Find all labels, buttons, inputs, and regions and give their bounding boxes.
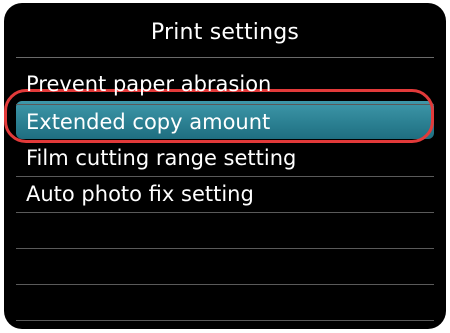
- menu-item-film-cutting-range-setting[interactable]: Film cutting range setting: [4, 141, 446, 177]
- title-bar: Print settings: [4, 3, 446, 57]
- menu-item-label: Extended copy amount: [26, 110, 271, 134]
- menu-item-empty: [4, 249, 446, 285]
- page-title: Print settings: [150, 19, 300, 45]
- menu-item-empty: [4, 213, 446, 249]
- lcd-screen: Print settings Prevent paper abrasion Ex…: [4, 3, 446, 329]
- title-divider: [16, 57, 434, 58]
- menu-item-label: Prevent paper abrasion: [26, 72, 272, 96]
- menu-item-empty: [4, 285, 446, 321]
- menu-item-label: Film cutting range setting: [26, 146, 297, 170]
- menu-item-label: Auto photo fix setting: [26, 182, 254, 206]
- menu-item-auto-photo-fix-setting[interactable]: Auto photo fix setting: [4, 177, 446, 213]
